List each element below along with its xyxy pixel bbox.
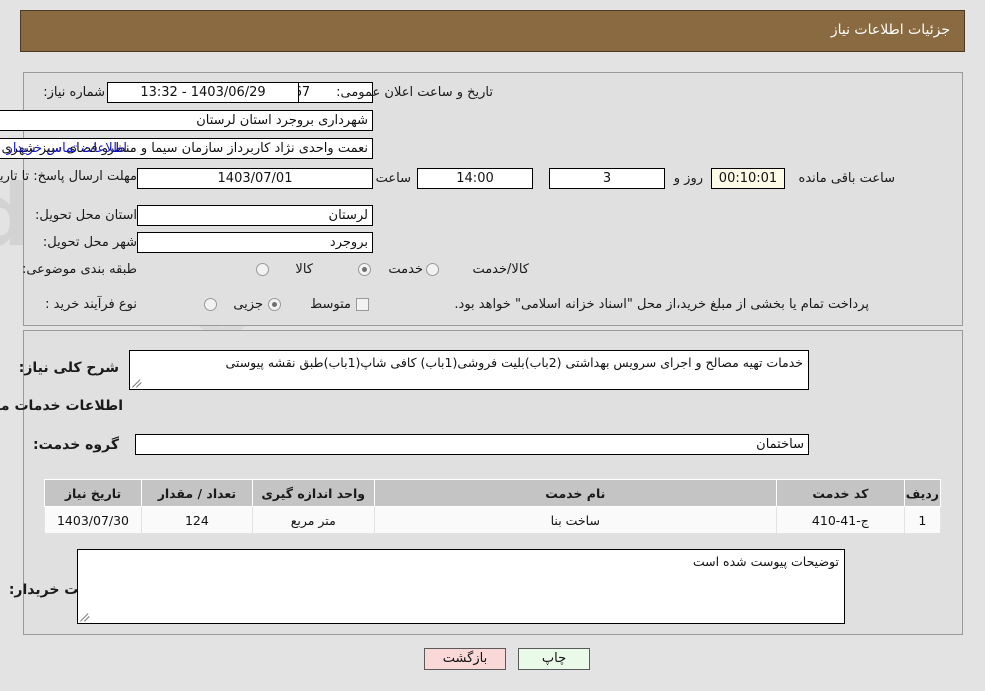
general-desc-textarea[interactable]: خدمات تهیه مصالح و اجرای سرویس بهداشتی (… (129, 350, 809, 390)
page-header-bar: جزئیات اطلاعات نیاز (20, 10, 965, 52)
city-label: شهر محل تحویل: (42, 235, 137, 250)
radio-category-kala-khedmat-label: کالا/خدمت (472, 262, 529, 277)
resize-grip-icon[interactable] (80, 612, 90, 622)
announce-datetime-label: تاریخ و ساعت اعلان عمومی: (336, 85, 493, 100)
page-root: AriaTender.net جزئیات اطلاعات نیاز شماره… (0, 0, 985, 691)
deadline-hour-label: ساعت (375, 171, 411, 186)
radio-category-kala-label: کالا (295, 262, 313, 277)
province-label: استان محل تحویل: (35, 208, 137, 223)
radio-category-kala-khedmat[interactable] (426, 263, 439, 276)
radio-category-khedmat-label: خدمت (388, 262, 423, 277)
cell-need-date: 1403/07/30 (44, 506, 142, 534)
services-section-title: اطلاعات خدمات مورد نیاز (0, 398, 123, 414)
th-need-date: تاریخ نیاز (44, 479, 142, 507)
radio-purchase-jozei[interactable] (204, 298, 217, 311)
need-number-label: شماره نیاز: (43, 85, 105, 100)
radio-purchase-motavaset[interactable] (268, 298, 281, 311)
cell-unit: متر مربع (251, 506, 375, 534)
general-desc-label: شرح کلی نیاز: (18, 360, 119, 376)
th-row-no: ردیف (903, 479, 942, 507)
buyer-contact-link[interactable]: اطلاعات تماس خریدار (7, 141, 127, 156)
remaining-days-value: 3 (549, 168, 665, 189)
cell-service-name: ساخت بنا (373, 506, 777, 534)
purchase-type-label: نوع فرآیند خرید : (45, 297, 137, 312)
cell-quantity: 124 (140, 506, 253, 534)
cell-service-code: ج-41-410 (775, 506, 905, 534)
th-service-code: کد خدمت (775, 479, 905, 507)
cell-row-no: 1 (903, 506, 942, 534)
th-quantity: تعداد / مقدار (140, 479, 253, 507)
table-header-row: ردیف کد خدمت نام خدمت واحد اندازه گیری ت… (44, 479, 942, 507)
table-row: 1 ج-41-410 ساخت بنا متر مربع 124 1403/07… (44, 506, 942, 534)
city-value: بروجرد (137, 232, 373, 253)
th-service-name: نام خدمت (373, 479, 777, 507)
deadline-hour-value: 14:00 (417, 168, 533, 189)
resize-grip-icon[interactable] (132, 378, 142, 388)
province-value: لرستان (137, 205, 373, 226)
treasury-bonds-label: پرداخت تمام یا بخشی از مبلغ خرید،از محل … (454, 297, 869, 312)
print-button[interactable]: چاپ (518, 648, 590, 670)
announce-datetime-value: 1403/06/29 - 13:32 (107, 82, 299, 103)
service-group-value: ساختمان (135, 434, 809, 455)
category-label: طبقه بندی موضوعی: (21, 262, 137, 277)
buyer-notes-textarea[interactable]: توضیحات پیوست شده است (77, 549, 845, 624)
remaining-time-label: ساعت باقی مانده (798, 171, 895, 186)
deadline-date-value: 1403/07/01 (137, 168, 373, 189)
service-group-label: گروه خدمت: (33, 437, 119, 453)
remaining-time-value: 00:10:01 (711, 168, 785, 189)
radio-purchase-jozei-label: جزیی (233, 297, 263, 312)
buyer-notes-value: توضیحات پیوست شده است (692, 554, 839, 569)
page-title: جزئیات اطلاعات نیاز (830, 22, 950, 38)
treasury-bonds-checkbox[interactable] (356, 298, 369, 311)
buyer-org-value: شهرداری بروجرد استان لرستان (0, 110, 373, 131)
th-unit: واحد اندازه گیری (251, 479, 375, 507)
radio-purchase-motavaset-label: متوسط (310, 297, 351, 312)
remaining-days-label: روز و (673, 171, 703, 186)
services-table: ردیف کد خدمت نام خدمت واحد اندازه گیری ت… (44, 479, 942, 534)
general-desc-value: خدمات تهیه مصالح و اجرای سرویس بهداشتی (… (225, 355, 803, 370)
radio-category-khedmat[interactable] (358, 263, 371, 276)
radio-category-kala[interactable] (256, 263, 269, 276)
back-button[interactable]: بازگشت (424, 648, 506, 670)
deadline-label: مهلت ارسال پاسخ: تا تاریخ: (0, 169, 137, 184)
